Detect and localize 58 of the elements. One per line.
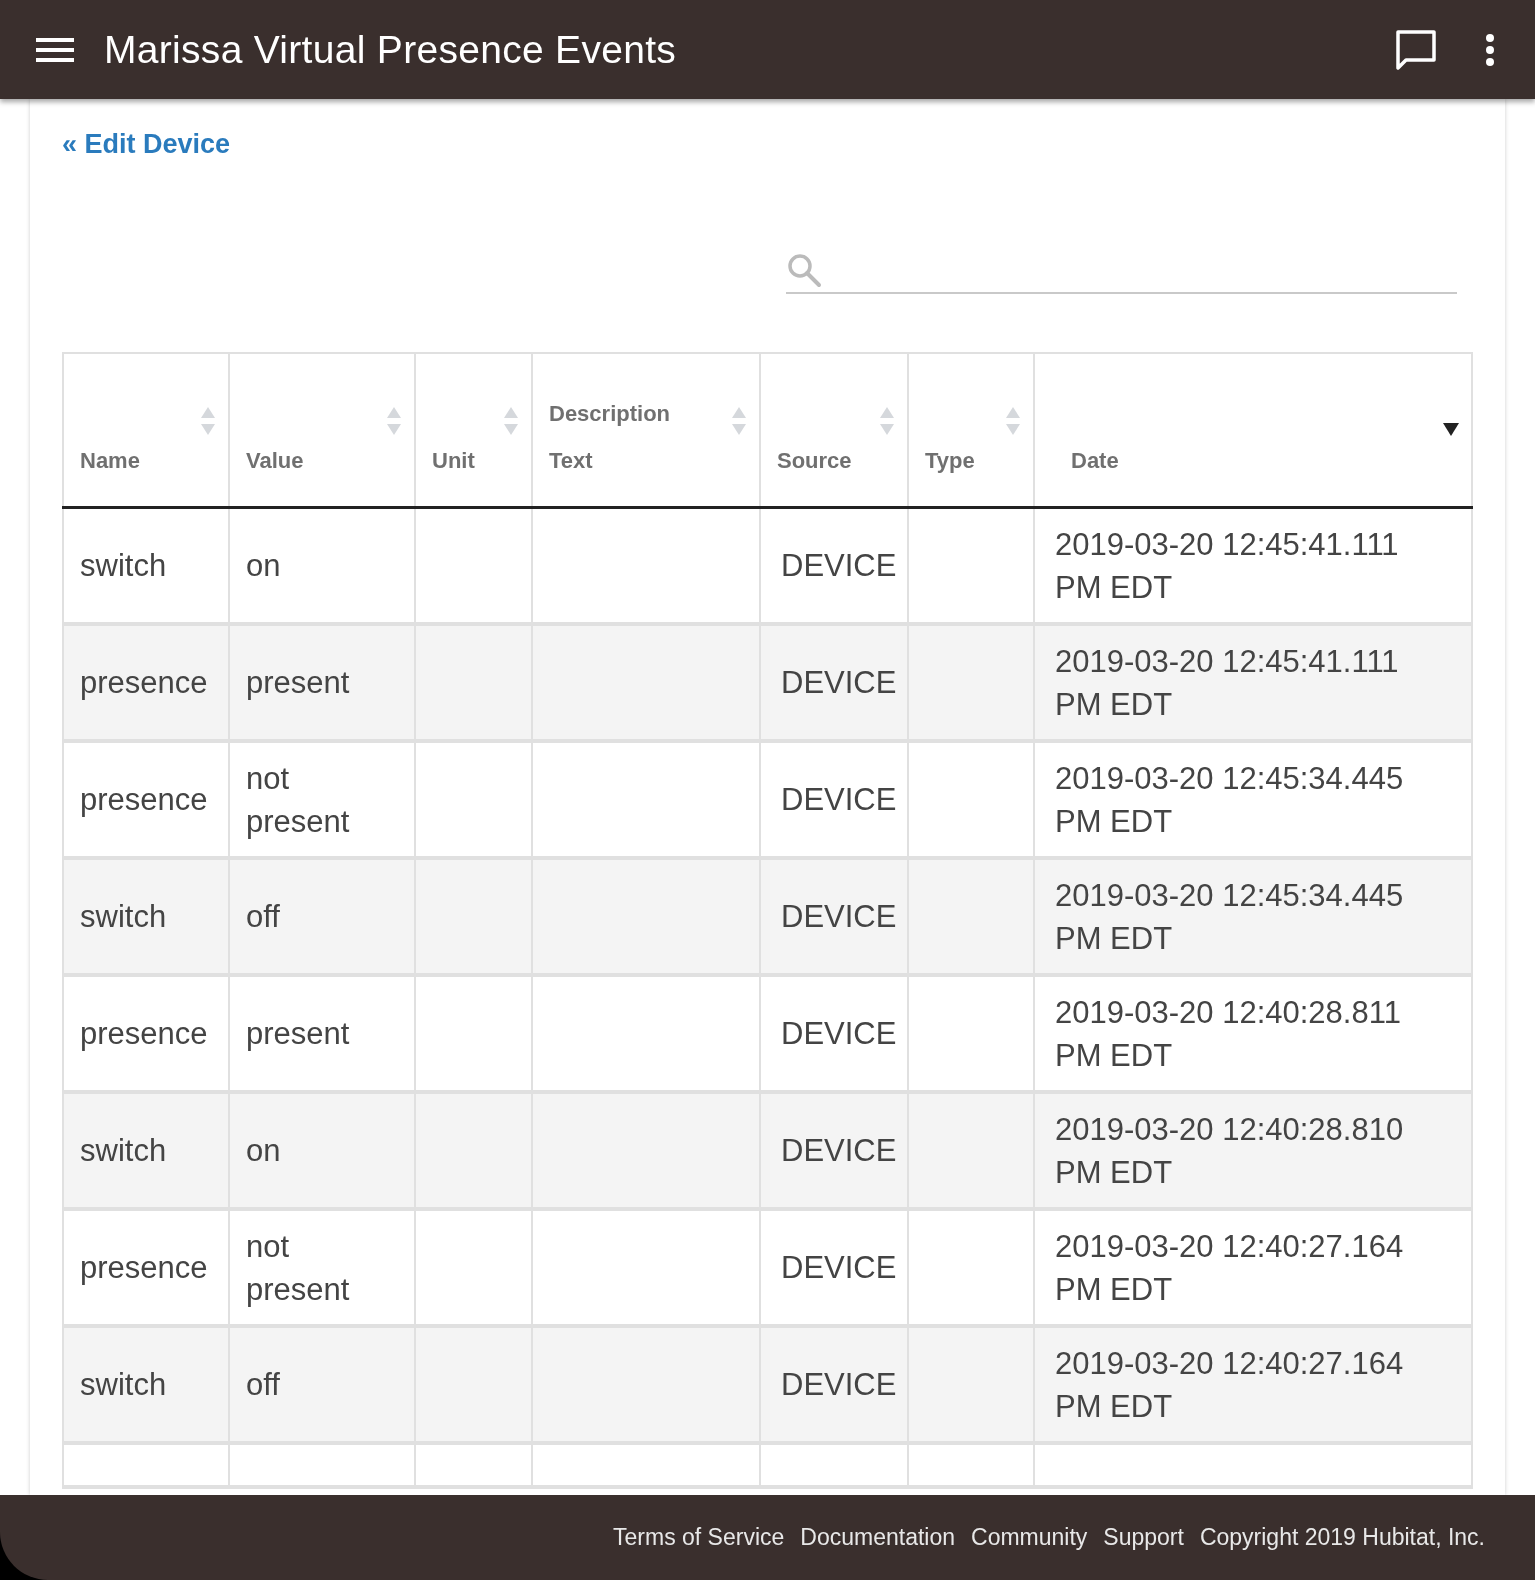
table-cell: DEVICE (781, 899, 897, 934)
table-cell: present (246, 665, 350, 700)
footer-link[interactable]: Support (1103, 1524, 1184, 1551)
table-cell: off (246, 899, 280, 934)
table-cell: 2019-03-20 12:45:34.445 PM EDT (1055, 877, 1404, 956)
table-cell: DEVICE (781, 782, 897, 817)
more-icon[interactable] (1485, 32, 1495, 67)
column-header[interactable]: Date (1034, 353, 1472, 508)
table-cell: 2019-03-20 12:45:41.111 PM EDT (1055, 643, 1399, 722)
column-header[interactable]: Unit (415, 353, 532, 508)
table-cell: not present (246, 1228, 350, 1307)
menu-icon[interactable] (36, 35, 74, 64)
footer-link[interactable]: Copyright 2019 Hubitat, Inc. (1199, 1524, 1485, 1551)
footer-link[interactable]: Terms of Service (613, 1524, 785, 1551)
column-header[interactable]: Value (229, 353, 415, 508)
sort-icon (386, 406, 402, 436)
table-cell: presence (80, 665, 208, 700)
table-cell: switch (80, 1133, 167, 1168)
edit-device-link[interactable]: « Edit Device (62, 129, 231, 160)
table-cell: DEVICE (781, 1250, 897, 1285)
table-cell: DEVICE (781, 665, 897, 700)
search-field[interactable] (786, 252, 1457, 294)
sort-icon (879, 406, 895, 436)
sort-icon (731, 406, 747, 436)
chat-icon[interactable] (1395, 28, 1437, 71)
column-header[interactable]: Name (63, 353, 229, 508)
footer-link[interactable]: Community (971, 1524, 1088, 1551)
table-cell: DEVICE (781, 1367, 897, 1402)
sort-descending-icon (1443, 422, 1459, 436)
table-cell: 2019-03-20 12:40:27.164 PM EDT (1055, 1228, 1404, 1307)
page-title: Marissa Virtual Presence Events (104, 27, 678, 72)
table-cell: presence (80, 1250, 208, 1285)
column-header[interactable]: Type (908, 353, 1034, 508)
table-cell: DEVICE (781, 548, 897, 583)
sort-icon (1005, 406, 1021, 436)
table-cell: DEVICE (781, 1133, 897, 1168)
table-cell: 2019-03-20 12:45:41.111 PM EDT (1055, 526, 1399, 605)
table-cell: on (246, 1133, 281, 1168)
search-icon (786, 252, 822, 288)
table-cell: 2019-03-20 12:40:28.811 PM EDT (1055, 994, 1401, 1073)
table-cell: DEVICE (781, 1016, 897, 1051)
table-cell: switch (80, 899, 167, 934)
sort-icon (503, 406, 519, 436)
table-cell: presence (80, 782, 208, 817)
table-cell: 2019-03-20 12:40:27.164 PM EDT (1055, 1345, 1404, 1424)
table-cell: switch (80, 1367, 167, 1402)
table-cell: switch (80, 548, 167, 583)
table-cell: present (246, 1016, 350, 1051)
table-cell: 2019-03-20 12:45:34.445 PM EDT (1055, 760, 1404, 839)
footer-link[interactable]: Documentation (800, 1524, 955, 1551)
table-cell: off (246, 1367, 280, 1402)
table-cell: on (246, 548, 281, 583)
table-cell: not present (246, 760, 350, 839)
table-cell: 2019-03-20 12:40:28.810 PM EDT (1055, 1111, 1404, 1190)
column-header[interactable]: Source (760, 353, 908, 508)
table-cell: presence (80, 1016, 208, 1051)
sort-icon (200, 406, 216, 436)
column-header[interactable]: Description Text (532, 353, 760, 508)
